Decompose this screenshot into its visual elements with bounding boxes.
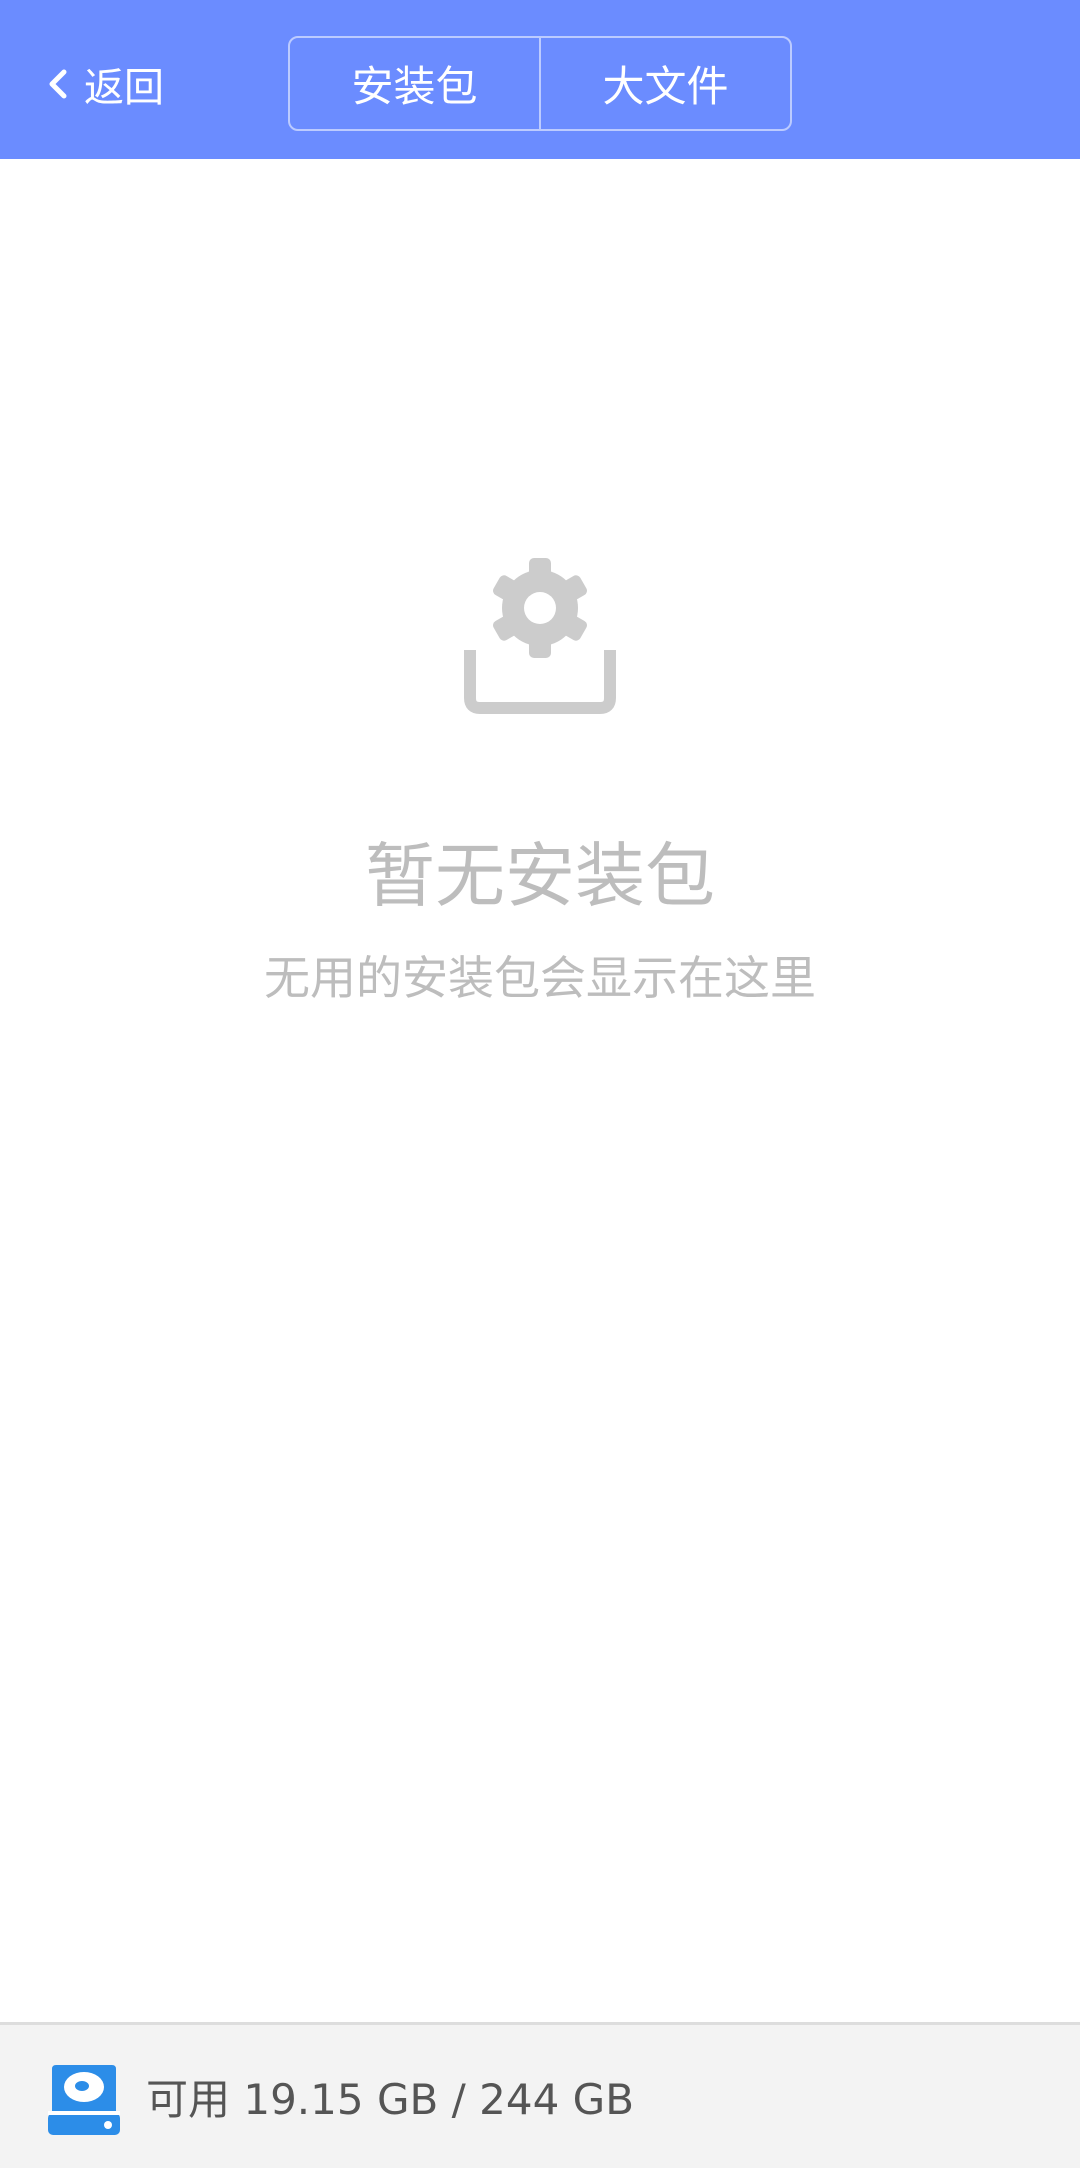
chevron-left-icon (49, 69, 67, 99)
tab-group: 安装包 大文件 (288, 36, 792, 131)
empty-state-subtitle: 无用的安装包会显示在这里 (264, 951, 816, 1005)
drive-icon (48, 2065, 120, 2135)
storage-available-text: 可用 19.15 GB / 244 GB (146, 2075, 635, 2124)
empty-state-title: 暂无安装包 (365, 835, 715, 917)
back-button[interactable]: 返回 (46, 52, 164, 116)
storage-footer: 可用 19.15 GB / 244 GB (0, 2022, 1080, 2168)
back-label: 返回 (84, 65, 164, 111)
package-settings-icon (464, 558, 616, 714)
tab-install-packages[interactable]: 安装包 (290, 38, 539, 129)
tab-large-files[interactable]: 大文件 (539, 38, 790, 129)
header-bar: 返回 安装包 大文件 (0, 0, 1080, 159)
